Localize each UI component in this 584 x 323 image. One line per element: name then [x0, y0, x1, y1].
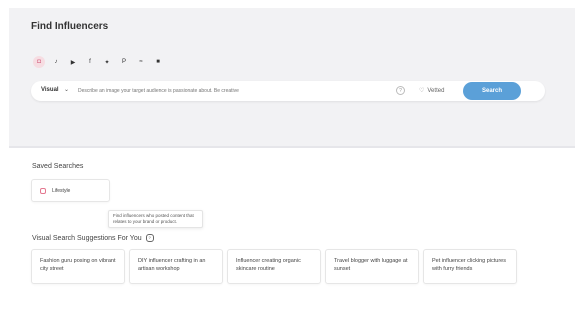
suggestion-card[interactable]: Fashion guru posing on vibrant city stre… — [31, 249, 125, 284]
suggestion-list: Fashion guru posing on vibrant city stre… — [31, 249, 517, 284]
search-input[interactable] — [78, 85, 378, 97]
search-bar: Visual ⌄ ? ♡Vetted Search — [31, 81, 545, 101]
help-icon[interactable]: ? — [396, 86, 405, 95]
chevron-down-icon[interactable]: ⌄ — [64, 86, 69, 93]
search-button[interactable]: Search — [463, 82, 521, 100]
suggestion-card[interactable]: Influencer creating organic skincare rou… — [227, 249, 321, 284]
suggestion-card[interactable]: Travel blogger with luggage at sunset — [325, 249, 419, 284]
search-mode-select[interactable]: Visual — [41, 87, 59, 93]
facebook-icon[interactable]: f — [84, 56, 96, 68]
pinterest-icon[interactable]: P — [118, 56, 130, 68]
tiktok-icon[interactable]: ♪ — [50, 56, 62, 68]
saved-search-label: Lifestyle — [52, 187, 71, 194]
suggestion-card[interactable]: Pet influencer clicking pictures with fu… — [423, 249, 517, 284]
saved-search-item[interactable]: Lifestyle — [31, 179, 110, 202]
instagram-icon — [40, 187, 46, 194]
help-icon[interactable]: ? — [145, 234, 154, 242]
heart-icon: ♡ — [419, 88, 425, 94]
page-title: Find Influencers — [31, 21, 109, 32]
vetted-toggle[interactable]: ♡ Vetted — [419, 87, 444, 94]
suggestion-card[interactable]: DIY influencer crafting in an artisan wo… — [129, 249, 223, 284]
instagram-icon[interactable]: ◘ — [33, 56, 45, 68]
suggestions-heading: Visual Search Suggestions For You ? — [32, 234, 154, 242]
tooltip: Find influencers who posted content that… — [108, 210, 203, 228]
platform-selector: ◘ ♪ ▶ f ✦ P ≈ ■ — [33, 56, 164, 68]
linkedin-icon[interactable]: ■ — [152, 56, 164, 68]
twitter-icon[interactable]: ✦ — [101, 56, 113, 68]
saved-searches-heading: Saved Searches — [32, 163, 84, 170]
youtube-icon[interactable]: ▶ — [67, 56, 79, 68]
vetted-label: Vetted — [427, 88, 445, 94]
search-panel: Find Influencers ◘ ♪ ▶ f ✦ P ≈ ■ Visual ⌄ ? ♡Ve… — [9, 8, 575, 148]
rss-icon[interactable]: ≈ — [135, 56, 147, 68]
suggestions-heading-text: Visual Search Suggestions For You — [32, 234, 142, 242]
